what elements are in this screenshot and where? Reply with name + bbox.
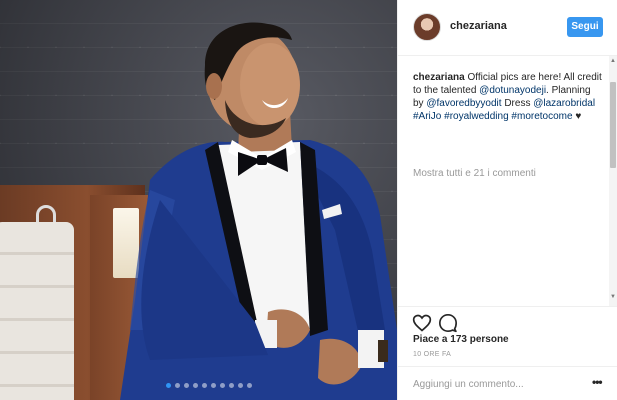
scroll-down-icon[interactable]: ▼ — [610, 294, 616, 300]
post-header: chezariana Segui — [398, 0, 617, 56]
comments-area: chezariana Official pics are here! All c… — [398, 56, 617, 306]
show-all-comments-link[interactable]: Mostra tutti e 21 i commenti — [413, 168, 603, 179]
avatar[interactable] — [413, 13, 441, 41]
post-actions: Piace a 173 persone 10 ORE FA — [398, 306, 617, 366]
follow-button[interactable]: Segui — [567, 17, 603, 37]
carousel-dot[interactable] — [174, 383, 180, 388]
hashtag-link[interactable]: #AriJo — [413, 111, 441, 122]
add-comment-bar: ••• — [398, 366, 617, 400]
carousel-dot[interactable] — [201, 383, 207, 388]
mention-link[interactable]: @dotunayodeji — [479, 85, 546, 96]
caption-username[interactable]: chezariana — [413, 72, 465, 83]
author-username[interactable]: chezariana — [450, 20, 507, 32]
carousel-indicator — [0, 383, 397, 388]
post-photo[interactable] — [0, 0, 397, 400]
hashtag-link[interactable]: #moretocome — [511, 111, 572, 122]
comment-input[interactable] — [413, 375, 583, 393]
caption-text: Dress — [501, 98, 534, 109]
carousel-dot[interactable] — [210, 383, 216, 388]
scroll-up-icon[interactable]: ▲ — [610, 58, 616, 64]
post-caption: chezariana Official pics are here! All c… — [413, 71, 603, 123]
carousel-dot[interactable] — [237, 383, 243, 388]
comment-icon[interactable] — [438, 313, 458, 333]
carousel-dot[interactable] — [192, 383, 198, 388]
groom-figure — [120, 22, 397, 400]
hashtag-link[interactable]: #royalwedding — [444, 111, 509, 122]
post-side-panel: chezariana Segui chezariana Official pic… — [397, 0, 617, 400]
heart-icon[interactable] — [412, 313, 432, 333]
more-options-icon[interactable]: ••• — [592, 375, 606, 391]
carousel-dot[interactable] — [219, 383, 225, 388]
carousel-dot[interactable] — [228, 383, 234, 388]
carousel-dot[interactable] — [246, 383, 252, 388]
post-timestamp: 10 ORE FA — [413, 351, 452, 358]
carousel-dot[interactable] — [165, 383, 171, 388]
scrollbar-thumb[interactable] — [610, 82, 616, 168]
heart-emoji: ♥ — [572, 111, 582, 122]
carousel-dot[interactable] — [183, 383, 189, 388]
mention-link[interactable]: @lazarobridal — [533, 98, 595, 109]
likes-count[interactable]: Piace a 173 persone — [413, 334, 509, 345]
mention-link[interactable]: @favoredbyyodit — [426, 98, 501, 109]
